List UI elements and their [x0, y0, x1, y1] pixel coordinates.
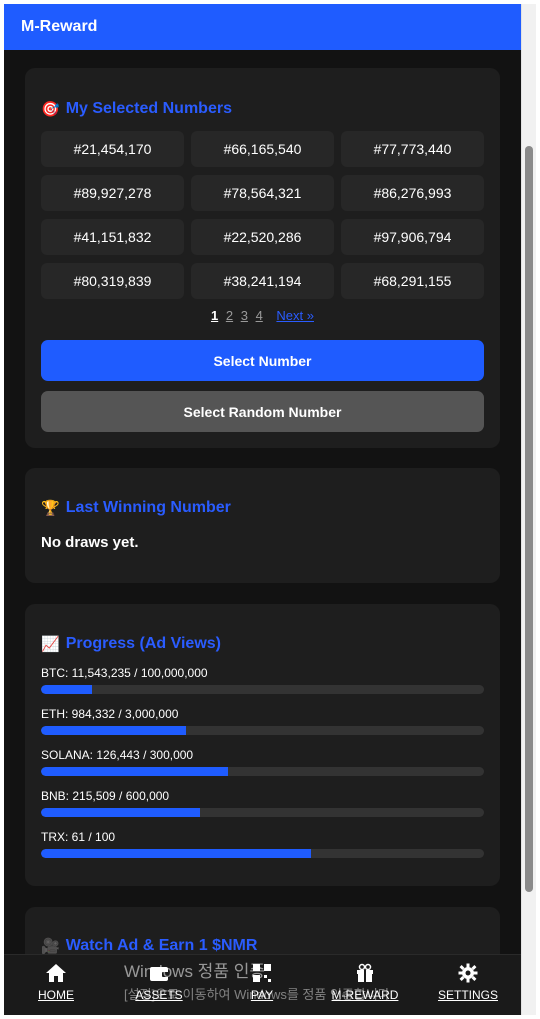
progress-bar-solana [41, 767, 484, 776]
number-cell: #38,241,194 [191, 263, 334, 299]
progress-label-eth: ETH: 984,332 / 3,000,000 [41, 707, 179, 721]
progress-bar-bnb [41, 808, 484, 817]
nav-home-label: HOME [38, 988, 74, 1002]
progress-bar-trx [41, 849, 484, 858]
gear-icon [423, 963, 513, 987]
number-cell: #97,906,794 [341, 219, 484, 255]
number-cell: #41,151,832 [41, 219, 184, 255]
scrollbar-thumb[interactable] [525, 146, 533, 892]
selected-numbers-title: My Selected Numbers [65, 100, 232, 117]
qr-icon [217, 963, 307, 987]
progress-fill-solana [41, 767, 228, 776]
progress-fill-btc [41, 685, 93, 694]
progress-card: 📈 Progress (Ad Views) BTC: 11,543,235 / … [25, 604, 500, 886]
nav-assets-label: ASSETS [135, 988, 183, 1002]
page-link-4[interactable]: 4 [256, 308, 263, 323]
progress-label-btc: BTC: 11,543,235 / 100,000,000 [41, 666, 208, 680]
progress-fill-eth [41, 726, 187, 735]
app-window: M-Reward 🎯 My Selected Numbers #21,454,1… [4, 4, 521, 1015]
progress-heading: 📈 Progress (Ad Views) [41, 635, 221, 653]
watch-ad-heading: 🎥 Watch Ad & Earn 1 $NMR [41, 937, 257, 955]
selected-numbers-heading: 🎯 My Selected Numbers [41, 100, 232, 118]
selected-numbers-card: 🎯 My Selected Numbers #21,454,170 #66,16… [25, 68, 500, 448]
progress-label-trx: TRX: 61 / 100 [41, 830, 116, 844]
progress-bar-btc [41, 685, 484, 694]
video-camera-icon: 🎥 [41, 938, 60, 955]
number-cell: #66,165,540 [191, 131, 334, 167]
watch-ad-title: Watch Ad & Earn 1 $NMR [65, 937, 258, 954]
progress-title: Progress (Ad Views) [65, 635, 221, 652]
nav-m-reward-label: M-REWARD [331, 988, 399, 1002]
bottom-nav: HOME ASSETS PAY M-REWARD SETTINGS [4, 954, 521, 1015]
nav-pay[interactable]: PAY [217, 963, 307, 1002]
last-winning-title: Last Winning Number [65, 499, 231, 516]
wallet-icon [114, 963, 204, 987]
select-random-number-button[interactable]: Select Random Number [41, 391, 484, 432]
progress-label-solana: SOLANA: 126,443 / 300,000 [41, 748, 194, 762]
number-cell: #89,927,278 [41, 175, 184, 211]
number-cell: #80,319,839 [41, 263, 184, 299]
vertical-scrollbar[interactable] [521, 4, 536, 1015]
nav-home[interactable]: HOME [11, 963, 101, 1002]
nav-settings-label: SETTINGS [437, 988, 498, 1002]
nav-assets[interactable]: ASSETS [114, 963, 204, 1002]
app-title: M-Reward [21, 18, 98, 35]
app-header: M-Reward [4, 4, 521, 50]
nav-pay-label: PAY [250, 988, 274, 1002]
progress-fill-bnb [41, 808, 201, 817]
draw-status: No draws yet. [41, 534, 139, 551]
next-page-link[interactable]: Next » [276, 308, 314, 323]
number-cell: #68,291,155 [341, 263, 484, 299]
trophy-icon: 🏆 [41, 500, 60, 517]
home-icon [11, 963, 101, 987]
page-link-3[interactable]: 3 [241, 308, 248, 323]
last-winning-heading: 🏆 Last Winning Number [41, 499, 231, 517]
progress-bar-eth [41, 726, 484, 735]
last-winning-card: 🏆 Last Winning Number No draws yet. [25, 468, 500, 583]
number-cell: #21,454,170 [41, 131, 184, 167]
progress-fill-trx [41, 849, 312, 858]
pagination: 1 2 3 4 Next » [25, 308, 500, 323]
number-cell: #78,564,321 [191, 175, 334, 211]
target-icon: 🎯 [41, 101, 60, 118]
number-cell: #22,520,286 [191, 219, 334, 255]
number-cell: #77,773,440 [341, 131, 484, 167]
page-link-2[interactable]: 2 [226, 308, 233, 323]
number-cell: #86,276,993 [341, 175, 484, 211]
gift-icon [320, 963, 410, 987]
nav-m-reward[interactable]: M-REWARD [320, 963, 410, 1002]
select-number-button[interactable]: Select Number [41, 340, 484, 381]
chart-icon: 📈 [41, 636, 60, 653]
nav-settings[interactable]: SETTINGS [423, 963, 513, 1002]
progress-label-bnb: BNB: 215,509 / 600,000 [41, 789, 170, 803]
page-link-1[interactable]: 1 [211, 308, 218, 323]
